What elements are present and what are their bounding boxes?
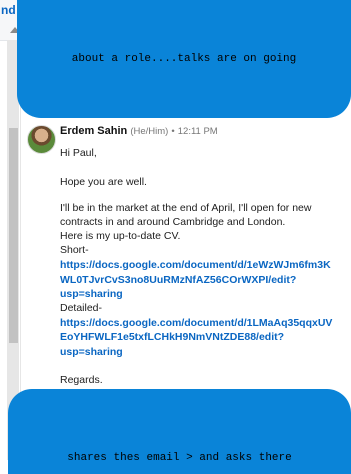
intro-line-1: I'll be in the market at the end of Apri… — [60, 202, 312, 214]
short-cv-link-line-1[interactable]: https://docs.google.com/document/d/1eWzW… — [60, 259, 331, 271]
sender-pronouns: (He/Him) — [130, 126, 169, 137]
regards-text: Regards. — [60, 374, 103, 386]
sender-header: Erdem Sahin (He/Him) • 12:11 PM — [60, 125, 218, 137]
short-label: Short- — [60, 244, 89, 256]
annotation-bottom-text: shares thes email > and asks there — [67, 452, 292, 464]
short-cv-link-line-2[interactable]: WL0TJvrCvS3no8UuRMzNfAZ56COrWXPI/edit? — [60, 274, 296, 286]
intro-line-2: contracts in and around Cambridge and Lo… — [60, 216, 286, 228]
annotation-bubble-top: about a role....talks are on going — [17, 0, 351, 118]
greeting-text: Hi Paul, — [60, 147, 97, 159]
sender-name[interactable]: Erdem Sahin — [60, 125, 127, 137]
avatar[interactable] — [27, 125, 56, 154]
short-cv-link-line-3[interactable]: usp=sharing — [60, 288, 123, 300]
intro-line-3: Here is my up-to-date CV. — [60, 230, 181, 242]
detailed-label: Detailed- — [60, 302, 103, 314]
annotation-bubble-bottom: shares thes email > and asks there — [8, 389, 351, 474]
hope-text: Hope you are well. — [60, 176, 147, 188]
annotation-top-text: about a role....talks are on going — [71, 53, 297, 65]
scrollbar-thumb[interactable] — [9, 128, 18, 343]
detailed-cv-link-line-3[interactable]: usp=sharing — [60, 346, 123, 358]
detailed-cv-link-line-2[interactable]: EoYHFWLF1e5txfLCHkH9NmVNtZDE88/edit? — [60, 331, 284, 343]
back-link[interactable]: nd — [1, 3, 16, 17]
message-time: 12:11 PM — [177, 126, 218, 137]
detailed-cv-link-line-1[interactable]: https://docs.google.com/document/d/1LMaA… — [60, 317, 332, 329]
time-separator: • — [171, 126, 175, 137]
